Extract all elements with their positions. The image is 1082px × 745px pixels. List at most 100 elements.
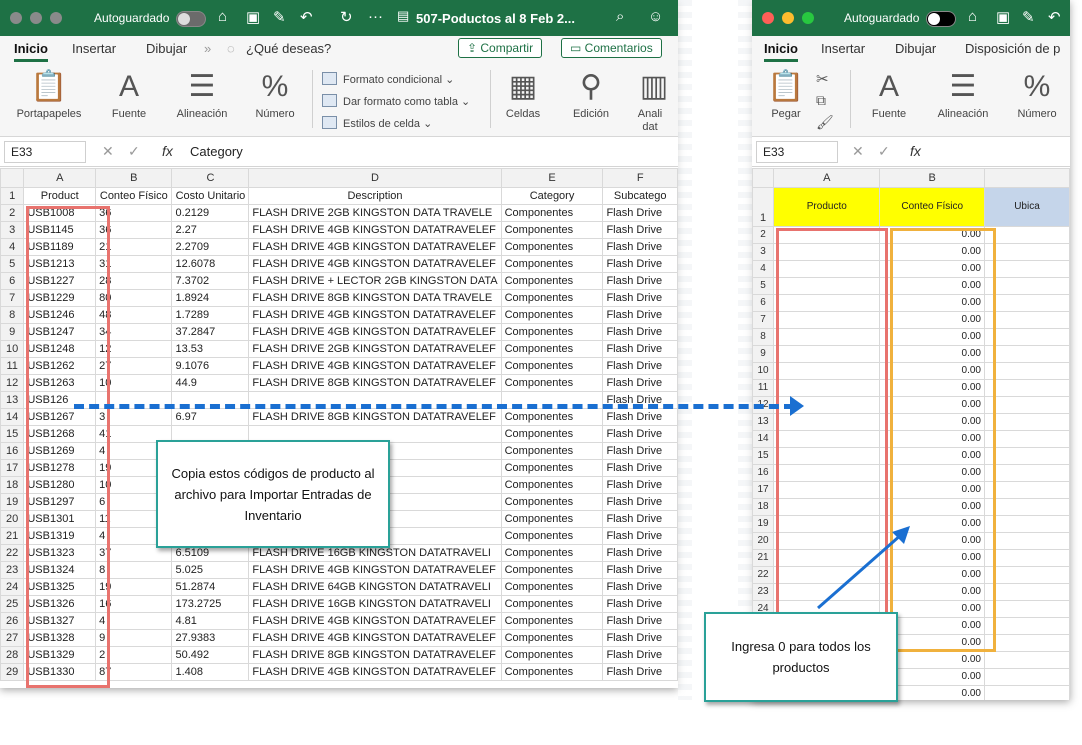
header-cell[interactable]: Producto [773, 187, 881, 227]
row-number[interactable]: 7 [0, 289, 25, 307]
tab-insertar[interactable]: Insertar [821, 41, 865, 56]
cell[interactable]: Componentes [500, 340, 604, 358]
edit-icon[interactable]: ✎ [273, 8, 286, 26]
cell[interactable]: Flash Drive [602, 340, 678, 358]
close-window-button[interactable] [10, 12, 22, 24]
cell[interactable]: FLASH DRIVE 4GB KINGSTON DATATRAVELEF [248, 612, 502, 630]
row-number[interactable]: 2 [0, 204, 25, 222]
cell[interactable]: Componentes [500, 238, 604, 256]
minimize-window-button[interactable] [782, 12, 794, 24]
function-icon[interactable]: fx [162, 143, 173, 159]
row-number[interactable]: 3 [0, 221, 25, 239]
cell[interactable]: Flash Drive [602, 561, 678, 579]
cell[interactable]: Componentes [500, 408, 604, 426]
row-number[interactable]: 6 [0, 272, 25, 290]
cell[interactable]: Componentes [500, 544, 604, 562]
row-number[interactable]: 21 [0, 527, 25, 545]
cell[interactable]: 2.27 [171, 221, 250, 239]
home-icon[interactable]: ⌂ [218, 8, 227, 25]
cell[interactable] [984, 498, 1070, 516]
row-number[interactable]: 12 [0, 374, 25, 392]
row-number[interactable]: 20 [0, 510, 25, 528]
cell[interactable]: 1.7289 [171, 306, 250, 324]
cells-group[interactable]: ▦ Celdas [500, 68, 546, 120]
cell[interactable] [984, 379, 1070, 397]
cell[interactable]: 7.3702 [171, 272, 250, 290]
cell[interactable]: Componentes [500, 612, 604, 630]
cell[interactable] [984, 413, 1070, 431]
column-header[interactable]: C [171, 168, 250, 188]
row-number[interactable]: 23 [752, 583, 775, 601]
cancel-icon[interactable]: ✕ [852, 143, 864, 160]
cell[interactable]: Componentes [500, 255, 604, 273]
autosave-toggle[interactable] [926, 11, 956, 27]
cell[interactable]: FLASH DRIVE 2GB KINGSTON DATATRAVELEF [248, 340, 502, 358]
tab-inicio[interactable]: Inicio [14, 41, 48, 62]
cell[interactable]: Flash Drive [602, 204, 678, 222]
cell[interactable] [984, 311, 1070, 329]
cell[interactable]: 4.81 [171, 612, 250, 630]
row-number[interactable]: 5 [752, 277, 775, 295]
alignment-group[interactable]: ☰ Alineación [932, 68, 994, 120]
cell[interactable] [984, 600, 1070, 618]
font-group[interactable]: A Fuente [864, 68, 914, 120]
function-icon[interactable]: fx [910, 143, 921, 159]
tab-dibujar[interactable]: Dibujar [146, 41, 187, 56]
cell[interactable]: Componentes [500, 272, 604, 290]
cell[interactable]: Flash Drive [602, 476, 678, 494]
account-icon[interactable]: ☺ [648, 8, 663, 25]
column-header[interactable]: E [500, 168, 604, 188]
header-cell[interactable]: Description [248, 187, 502, 205]
cell[interactable]: Componentes [500, 663, 604, 681]
column-header[interactable] [984, 168, 1070, 188]
row-number[interactable]: 13 [752, 413, 775, 431]
cell[interactable]: 2.2709 [171, 238, 250, 256]
cell[interactable]: Componentes [500, 221, 604, 239]
cell[interactable]: Flash Drive [602, 493, 678, 511]
cell[interactable]: Flash Drive [602, 459, 678, 477]
comments-button[interactable]: ▭ Comentarios [561, 38, 662, 58]
cell[interactable]: Flash Drive [602, 272, 678, 290]
row-number[interactable]: 20 [752, 532, 775, 550]
cell[interactable]: FLASH DRIVE 4GB KINGSTON DATATRAVELEF [248, 357, 502, 375]
cell[interactable]: FLASH DRIVE 4GB KINGSTON DATATRAVELEF [248, 663, 502, 681]
save-icon[interactable]: ▣ [996, 8, 1010, 26]
column-header[interactable]: D [248, 168, 502, 188]
save-icon[interactable]: ▣ [246, 8, 260, 26]
cell[interactable]: Componentes [500, 629, 604, 647]
cell[interactable]: Flash Drive [602, 663, 678, 681]
tell-me-input[interactable]: ¿Qué deseas? [246, 41, 331, 56]
row-number[interactable]: 9 [0, 323, 25, 341]
cell[interactable]: Flash Drive [602, 442, 678, 460]
row-number[interactable]: 15 [752, 447, 775, 465]
row-number[interactable]: 14 [752, 430, 775, 448]
row-number[interactable]: 17 [0, 459, 25, 477]
row-number[interactable]: 19 [752, 515, 775, 533]
row-number[interactable]: 15 [0, 425, 25, 443]
cell[interactable]: FLASH DRIVE 4GB KINGSTON DATATRAVELEF [248, 221, 502, 239]
close-window-button[interactable] [762, 12, 774, 24]
tab-disposicion[interactable]: Disposición de p [965, 41, 1060, 56]
cell[interactable]: FLASH DRIVE 4GB KINGSTON DATATRAVELEF [248, 255, 502, 273]
cell[interactable]: Componentes [500, 204, 604, 222]
cell[interactable]: Componentes [500, 306, 604, 324]
row-number[interactable]: 23 [0, 561, 25, 579]
cell[interactable]: Flash Drive [602, 595, 678, 613]
cell[interactable]: 173.2725 [171, 595, 250, 613]
cell[interactable]: FLASH DRIVE 4GB KINGSTON DATATRAVELEF [248, 306, 502, 324]
cell[interactable] [984, 430, 1070, 448]
undo-icon[interactable]: ↶ [300, 8, 313, 26]
cell[interactable] [984, 396, 1070, 414]
row-number[interactable]: 18 [752, 498, 775, 516]
cell[interactable]: Flash Drive [602, 408, 678, 426]
column-header[interactable]: B [879, 168, 985, 188]
formula-input[interactable]: Category [190, 144, 243, 159]
editing-group[interactable]: ⚲ Edición [568, 68, 614, 120]
row-number[interactable]: 11 [0, 357, 25, 375]
cell[interactable]: Componentes [500, 425, 604, 443]
cell-styles-button[interactable]: Estilos de celda ⌄ [322, 116, 432, 130]
cell[interactable]: 0.2129 [171, 204, 250, 222]
more-tabs-icon[interactable]: » [204, 41, 211, 56]
cell[interactable]: Flash Drive [602, 510, 678, 528]
cell[interactable]: FLASH DRIVE 8GB KINGSTON DATATRAVELEF [248, 374, 502, 392]
